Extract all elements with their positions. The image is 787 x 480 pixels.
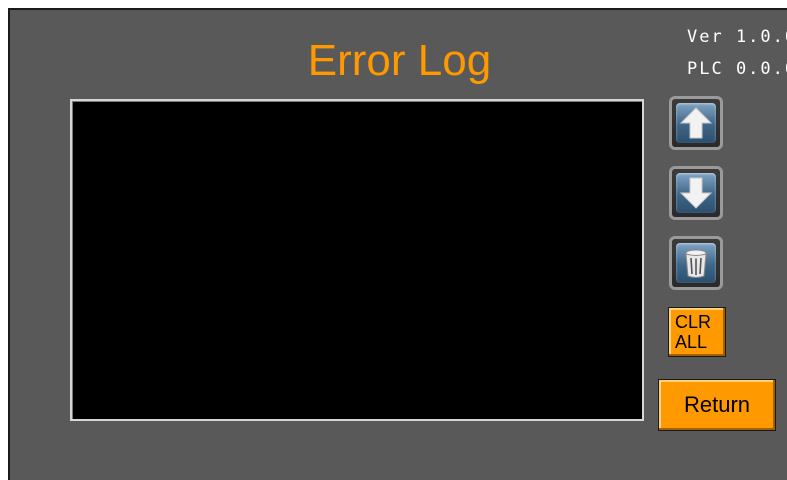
version-label: Ver 1.0.0 [687,27,787,47]
plc-version-label: PLC 0.0.0 [687,59,787,79]
delete-entry-button[interactable] [669,236,723,290]
clear-all-button[interactable]: CLR ALL [668,307,726,357]
hmi-screen: Error Log Ver 1.0.0 PLC 0.0.0 CLR ALL Re… [8,8,787,480]
error-log-list[interactable] [70,99,644,421]
arrow-up-icon [679,107,713,139]
trash-icon [685,249,707,278]
arrow-down-icon [679,177,713,209]
page-title: Error Log [307,36,492,85]
scroll-down-button[interactable] [669,166,723,220]
scroll-up-button[interactable] [669,96,723,150]
return-button[interactable]: Return [658,379,776,431]
